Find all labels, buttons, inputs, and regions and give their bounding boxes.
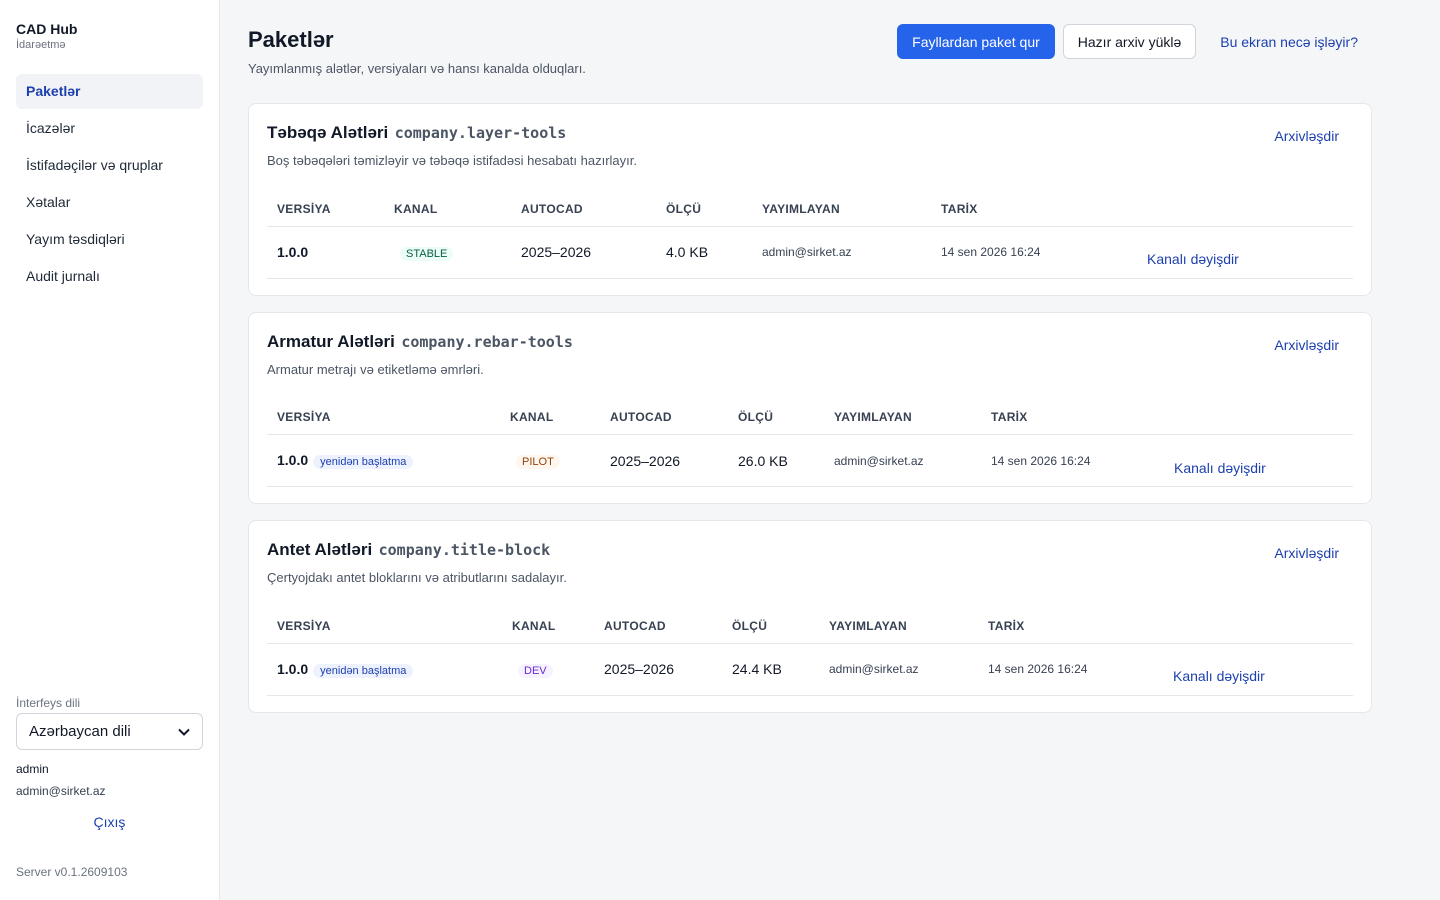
sidebar-item-users-groups[interactable]: İstifadəçilər və qruplar bbox=[16, 148, 203, 183]
sidebar: CAD Hub İdarəetmə Paketlər İcazələr İsti… bbox=[0, 0, 220, 900]
publisher-value: admin@sirket.az bbox=[752, 226, 931, 279]
change-channel-link[interactable]: Kanalı dəyişdir bbox=[1173, 668, 1265, 684]
table-row: 1.0.0 STABLE 2025–2026 4.0 KB admin@sirk… bbox=[267, 226, 1353, 279]
package-id: company.layer-tools bbox=[394, 124, 567, 142]
autocad-value: 2025–2026 bbox=[600, 434, 728, 487]
sidebar-item-audit-log[interactable]: Audit jurnalı bbox=[16, 259, 203, 294]
publisher-value: admin@sirket.az bbox=[819, 643, 978, 696]
upload-archive-button[interactable]: Hazır arxiv yüklə bbox=[1062, 24, 1197, 59]
language-label: İnterfeys dili bbox=[16, 696, 81, 710]
version-value: 1.0.0 bbox=[277, 452, 309, 468]
column-header-channel: KANAL bbox=[500, 400, 600, 435]
sidebar-item-permissions[interactable]: İcazələr bbox=[16, 111, 203, 146]
column-header-action bbox=[1163, 609, 1353, 644]
table-row: 1.0.0 yenidən başlatma PILOT 2025–2026 26… bbox=[267, 434, 1353, 487]
package-title: Armatur Alətləri company.rebar-tools bbox=[267, 331, 573, 353]
language-select-value: Azərbaycan dili bbox=[29, 723, 131, 740]
table-header-row: VERSİYA KANAL AUTOCAD ÖLÇÜ YAYIMLAYAN TA… bbox=[267, 609, 1353, 644]
change-channel-link[interactable]: Kanalı dəyişdir bbox=[1174, 460, 1266, 476]
change-channel-link[interactable]: Kanalı dəyişdir bbox=[1147, 251, 1239, 267]
date-value: 14 sen 2026 16:24 bbox=[931, 226, 1137, 279]
package-name: Armatur Alətləri bbox=[267, 331, 395, 351]
column-header-action bbox=[1137, 192, 1353, 227]
size-value: 4.0 KB bbox=[656, 226, 752, 279]
package-title: Təbəqə Alətləri company.layer-tools bbox=[267, 122, 637, 144]
page-header: Paketlər Yayımlanmış alətlər, versiyalar… bbox=[248, 24, 1372, 103]
sidebar-nav: Paketlər İcazələr İstifadəçilər və qrupl… bbox=[16, 74, 203, 294]
column-header-channel: KANAL bbox=[502, 609, 594, 644]
table-header-row: VERSİYA KANAL AUTOCAD ÖLÇÜ YAYIMLAYAN TA… bbox=[267, 400, 1353, 435]
user-email: admin@sirket.az bbox=[16, 784, 106, 798]
package-description: Boş təbəqələri təmizləyir və təbəqə isti… bbox=[267, 153, 637, 168]
package-card: Təbəqə Alətləri company.layer-tools Boş … bbox=[248, 103, 1372, 296]
archive-link[interactable]: Arxivləşdir bbox=[1274, 128, 1339, 168]
column-header-publisher: YAYIMLAYAN bbox=[824, 400, 981, 435]
package-card: Antet Alətləri company.title-block Çerty… bbox=[248, 520, 1372, 713]
column-header-version: VERSİYA bbox=[267, 400, 500, 435]
header-actions: Fayllardan paket qur Hazır arxiv yüklə B… bbox=[897, 24, 1372, 59]
main-content: Paketlər Yayımlanmış alətlər, versiyalar… bbox=[220, 0, 1440, 900]
channel-badge: STABLE bbox=[400, 246, 454, 261]
version-value: 1.0.0 bbox=[277, 660, 309, 677]
column-header-autocad: AUTOCAD bbox=[594, 609, 722, 644]
user-name: admin bbox=[16, 762, 49, 776]
column-header-date: TARİX bbox=[978, 609, 1163, 644]
archive-link[interactable]: Arxivləşdir bbox=[1274, 545, 1339, 585]
channel-badge: PILOT bbox=[516, 455, 560, 469]
column-header-version: VERSİYA bbox=[267, 192, 384, 227]
size-value: 24.4 KB bbox=[722, 643, 819, 696]
versions-table: VERSİYA KANAL AUTOCAD ÖLÇÜ YAYIMLAYAN TA… bbox=[267, 192, 1353, 279]
column-header-channel: KANAL bbox=[384, 192, 511, 227]
table-row: 1.0.0 yenidən başlatma DEV 2025–2026 24.4… bbox=[267, 643, 1353, 696]
package-title: Antet Alətləri company.title-block bbox=[267, 539, 567, 561]
autocad-value: 2025–2026 bbox=[511, 226, 656, 279]
package-name: Antet Alətləri bbox=[267, 540, 373, 559]
package-description: Çertyojdakı antet bloklarını və atributl… bbox=[267, 570, 567, 585]
column-header-size: ÖLÇÜ bbox=[722, 609, 819, 644]
logout-link[interactable]: Çıxış bbox=[16, 814, 203, 830]
restart-badge: yenidən başlatma bbox=[313, 455, 414, 469]
sidebar-item-packages[interactable]: Paketlər bbox=[16, 74, 203, 109]
package-description: Armatur metrajı və etiketləmə əmrləri. bbox=[267, 361, 484, 377]
brand-title: CAD Hub bbox=[16, 21, 78, 37]
archive-link[interactable]: Arxivləşdir bbox=[1274, 337, 1339, 377]
help-link[interactable]: Bu ekran necə işləyir? bbox=[1204, 34, 1372, 50]
page-subtitle: Yayımlanmış alətlər, versiyaları və hans… bbox=[248, 61, 586, 76]
brand-subtitle: İdarəetmə bbox=[16, 39, 66, 51]
sidebar-item-errors[interactable]: Xətalar bbox=[16, 185, 203, 220]
restart-badge: yenidən başlatma bbox=[313, 663, 414, 678]
channel-badge: DEV bbox=[518, 663, 553, 678]
date-value: 14 sen 2026 16:24 bbox=[981, 434, 1164, 487]
size-value: 26.0 KB bbox=[728, 434, 824, 487]
build-package-button[interactable]: Fayllardan paket qur bbox=[897, 24, 1055, 59]
package-card: Armatur Alətləri company.rebar-tools Arm… bbox=[248, 311, 1372, 504]
sidebar-footer: İnterfeys dili Azərbaycan dili admin adm… bbox=[16, 696, 203, 830]
versions-table: VERSİYA KANAL AUTOCAD ÖLÇÜ YAYIMLAYAN TA… bbox=[267, 400, 1353, 487]
column-header-publisher: YAYIMLAYAN bbox=[752, 192, 931, 227]
column-header-size: ÖLÇÜ bbox=[728, 400, 824, 435]
column-header-version: VERSİYA bbox=[267, 609, 502, 644]
package-id: company.title-block bbox=[378, 541, 551, 559]
table-header-row: VERSİYA KANAL AUTOCAD ÖLÇÜ YAYIMLAYAN TA… bbox=[267, 192, 1353, 227]
package-name: Təbəqə Alətləri bbox=[267, 123, 389, 142]
page-title: Paketlər bbox=[248, 27, 334, 52]
autocad-value: 2025–2026 bbox=[594, 643, 722, 696]
sidebar-item-release-approvals[interactable]: Yayım təsdiqləri bbox=[16, 222, 203, 257]
column-header-autocad: AUTOCAD bbox=[600, 400, 728, 435]
column-header-date: TARİX bbox=[931, 192, 1137, 227]
language-select[interactable]: Azərbaycan dili bbox=[16, 713, 203, 750]
column-header-date: TARİX bbox=[981, 400, 1164, 435]
column-header-action bbox=[1164, 400, 1353, 435]
publisher-value: admin@sirket.az bbox=[824, 434, 981, 487]
server-version: Server v0.1.2609103 bbox=[16, 865, 128, 879]
version-value: 1.0.0 bbox=[277, 244, 309, 260]
column-header-autocad: AUTOCAD bbox=[511, 192, 656, 227]
date-value: 14 sen 2026 16:24 bbox=[978, 643, 1163, 696]
versions-table: VERSİYA KANAL AUTOCAD ÖLÇÜ YAYIMLAYAN TA… bbox=[267, 609, 1353, 696]
package-id: company.rebar-tools bbox=[401, 332, 573, 351]
column-header-size: ÖLÇÜ bbox=[656, 192, 752, 227]
column-header-publisher: YAYIMLAYAN bbox=[819, 609, 978, 644]
chevron-down-icon bbox=[178, 728, 190, 736]
